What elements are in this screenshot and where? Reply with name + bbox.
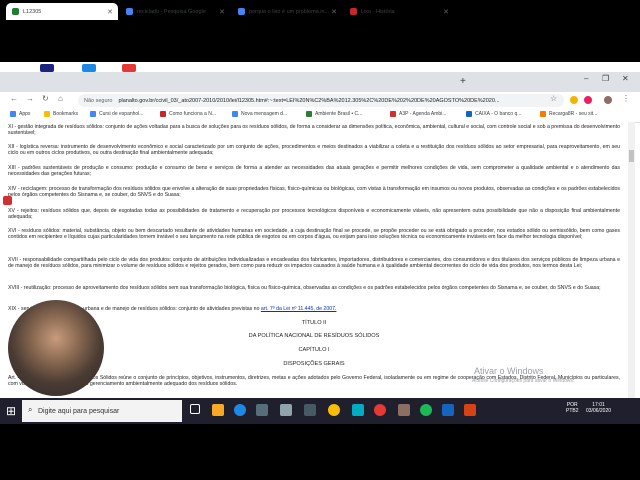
paragraph-xiv: XIV - reciclagem: processo de transforma…	[8, 186, 620, 199]
record-stop-button[interactable]	[3, 196, 12, 205]
app-icon-3	[122, 64, 136, 72]
avatar[interactable]	[604, 96, 612, 104]
site-icon	[466, 111, 472, 117]
file-explorer-icon[interactable]	[212, 404, 224, 416]
windows-start-icon[interactable]: ⊞	[6, 404, 16, 418]
paragraph-xvii: XVII - responsabilidade compartilhada pe…	[8, 257, 620, 270]
app-icon[interactable]	[398, 404, 410, 416]
maximize-button[interactable]: ❐	[602, 74, 609, 83]
search-icon: ⌕	[28, 405, 33, 414]
close-tab-icon[interactable]: ✕	[219, 8, 225, 16]
mail-icon[interactable]	[280, 404, 292, 416]
menu-icon[interactable]: ⋮	[622, 94, 630, 103]
bookmark-a3p[interactable]: A3P - Agenda Ambi...	[390, 111, 446, 117]
edge-icon[interactable]	[234, 404, 246, 416]
bookmark-apps[interactable]: Apps	[10, 111, 30, 117]
close-tab-icon[interactable]: ✕	[331, 8, 337, 16]
google-icon	[126, 8, 133, 15]
taskbar-search-input[interactable]: Digite aqui para pesquisar	[22, 400, 182, 422]
bookmark-caixa[interactable]: CAIXA - O banco q...	[466, 111, 521, 117]
bookmark-espanhol[interactable]: Cursi de espanhol...	[90, 111, 143, 117]
paragraph-xi: XI - gestão integrada de resíduos sólido…	[8, 124, 620, 137]
site-icon	[540, 111, 546, 117]
app-icon[interactable]	[352, 404, 364, 416]
scrollbar-thumb[interactable]	[629, 150, 634, 162]
bookmark-bookmarks[interactable]: Bookmarks	[44, 111, 78, 117]
word-icon[interactable]	[442, 404, 454, 416]
scrollbar[interactable]	[628, 122, 635, 398]
tab-favicon-icon	[12, 8, 19, 15]
site-icon	[306, 111, 312, 117]
tab-google-search[interactable]: reciclado - Pesquisa Google ✕	[120, 3, 230, 20]
google-icon	[238, 8, 245, 15]
app-icon-1	[40, 64, 54, 72]
forward-arrow-icon[interactable]: →	[26, 94, 34, 103]
activation-watermark-text: Acesse Configurações para ativar o Windo…	[472, 378, 575, 384]
tab-label: L12305	[23, 8, 42, 15]
title-ii: TÍTULO II	[301, 320, 327, 326]
paragraph-xv: XV - rejeitos: resíduos sólidos que, dep…	[8, 208, 620, 221]
law-link[interactable]: art. 7º da Lei nº 11.445, de 2007.	[261, 306, 337, 312]
webcam-overlay	[8, 300, 104, 396]
site-icon	[350, 8, 357, 15]
store-icon[interactable]	[256, 404, 268, 416]
paragraph-xii: XII - logística reversa: instrumento de …	[8, 144, 620, 157]
camera-icon[interactable]	[304, 404, 316, 416]
url-text: planalto.gov.br/ccivil_03/_ato2007-2010/…	[118, 97, 500, 104]
tab-label: Lixo - História	[361, 8, 395, 15]
tab-bar	[0, 72, 640, 92]
tray-clock[interactable]: 17:01 03/06/2020	[586, 402, 611, 414]
tab-label: reciclado - Pesquisa Google	[137, 8, 206, 15]
activation-watermark-title: Ativar o Windows	[474, 366, 544, 376]
tab-l12305[interactable]: L12305 ✕	[6, 3, 118, 20]
folder-icon	[44, 111, 50, 117]
security-warning[interactable]: Não seguro	[84, 98, 112, 104]
bookmark-netflix[interactable]: Como funciona a N...	[160, 111, 216, 117]
bookmark-mensagem[interactable]: Nova mensagem d...	[232, 111, 287, 117]
site-icon	[90, 111, 96, 117]
powerpoint-icon[interactable]	[464, 404, 476, 416]
paragraph-xviii: XVIII - reutilização: processo de aprove…	[8, 285, 601, 291]
tab-label: porque o lixo é um problema in...	[249, 8, 330, 15]
paragraph-xvi: XVI - resíduos sólidos: material, substâ…	[8, 228, 620, 241]
tray-language[interactable]: POR PTB2	[566, 402, 579, 414]
vivaldi-icon[interactable]	[374, 404, 386, 416]
bookmark-recarga[interactable]: Recarga8R - seu sit...	[540, 111, 597, 117]
mail-icon	[232, 111, 238, 117]
top-strip	[0, 62, 640, 72]
tab-lixo-problema[interactable]: porque o lixo é um problema in... ✕	[232, 3, 342, 20]
close-tab-icon[interactable]: ✕	[107, 8, 113, 16]
task-view-icon[interactable]	[190, 404, 200, 414]
chrome-icon[interactable]	[328, 404, 340, 416]
close-tab-icon[interactable]: ✕	[443, 8, 449, 16]
apps-icon	[10, 111, 16, 117]
extension-icon-1[interactable]	[570, 96, 578, 104]
app-icon-2	[82, 64, 96, 72]
home-icon[interactable]: ⌂	[58, 94, 63, 103]
address-bar[interactable]: Não seguro planalto.gov.br/ccivil_03/_at…	[78, 94, 564, 107]
tab-lixo-historia[interactable]: Lixo - História ✕	[344, 3, 454, 20]
reload-icon[interactable]: ↻	[42, 94, 49, 103]
minimize-button[interactable]: –	[584, 74, 588, 83]
youtube-icon	[390, 111, 396, 117]
bookmark-ambiente[interactable]: Ambiente Brasil • C...	[306, 111, 362, 117]
paragraph-xiii: XIII - padrões sustentáveis de produção …	[8, 165, 620, 178]
paragraph-xix: XIX - serviço público de limpeza urbana …	[8, 306, 337, 312]
close-window-button[interactable]: ✕	[622, 74, 629, 83]
extension-icon-2[interactable]	[584, 96, 592, 104]
spotify-icon[interactable]	[420, 404, 432, 416]
back-arrow-icon[interactable]: ←	[10, 94, 18, 103]
new-tab-button[interactable]: +	[460, 76, 466, 87]
bookmark-star-icon[interactable]: ☆	[550, 94, 557, 103]
netflix-icon	[160, 111, 166, 117]
